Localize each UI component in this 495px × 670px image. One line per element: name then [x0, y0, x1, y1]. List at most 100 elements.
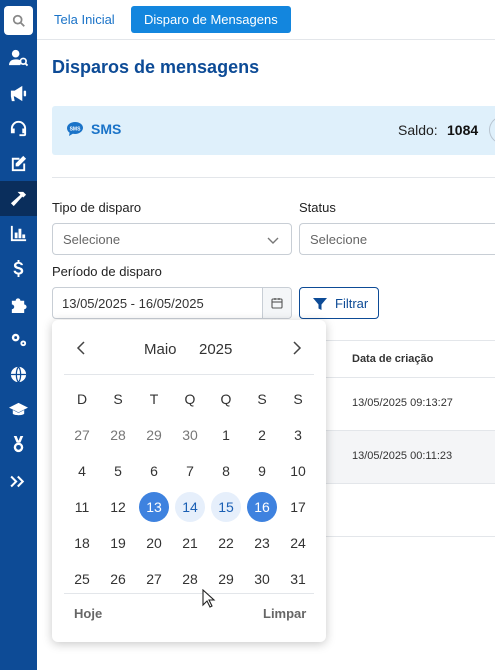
status-value: Selecione: [310, 232, 368, 247]
calendar-day[interactable]: 31: [283, 564, 313, 594]
calendar-day[interactable]: 12: [103, 492, 133, 522]
calendar-month[interactable]: Maio: [144, 341, 177, 358]
calendar-day[interactable]: 1: [211, 420, 241, 450]
sidebar-item-finance[interactable]: [0, 251, 37, 286]
status-label: Status: [299, 200, 336, 215]
sidebar-item-support[interactable]: [0, 111, 37, 146]
filter-button-label: Filtrar: [335, 296, 369, 311]
sms-label: SMS: [91, 121, 122, 137]
mouse-cursor-icon: [202, 589, 216, 608]
calendar-day[interactable]: 6: [139, 456, 169, 486]
filter-button[interactable]: Filtrar: [299, 287, 379, 319]
calendar-day[interactable]: 16: [247, 492, 277, 522]
calendar-day[interactable]: 14: [175, 492, 205, 522]
tab-home[interactable]: Tela Inicial: [41, 6, 128, 33]
dispatch-type-value: Selecione: [63, 232, 121, 247]
medal-icon: [13, 435, 24, 453]
calendar-day[interactable]: 28: [103, 420, 133, 450]
calendar-year[interactable]: 2025: [199, 341, 232, 358]
calendar-day[interactable]: 5: [103, 456, 133, 486]
calendar-toggle-button[interactable]: [262, 288, 291, 318]
sidebar-item-tools[interactable]: [0, 181, 37, 216]
weekday-header: Q: [220, 391, 232, 407]
sidebar-item-web[interactable]: [0, 357, 37, 392]
dispatch-type-select[interactable]: Selecione: [52, 223, 292, 255]
sidebar-search-button[interactable]: [4, 6, 33, 35]
calendar-day[interactable]: 19: [103, 528, 133, 558]
calendar-footer-divider: [64, 593, 314, 594]
weekday-header: S: [257, 391, 267, 407]
calendar-day[interactable]: 9: [247, 456, 277, 486]
calendar-day[interactable]: 30: [175, 420, 205, 450]
sidebar-expand-button[interactable]: [0, 464, 37, 499]
calendar-day[interactable]: 27: [139, 564, 169, 594]
tab-message-dispatch[interactable]: Disparo de Mensagens: [131, 6, 291, 33]
sidebar-item-reports[interactable]: [0, 216, 37, 251]
weekday-header: S: [113, 391, 123, 407]
calendar-day[interactable]: 27: [67, 420, 97, 450]
calendar-day[interactable]: 28: [175, 564, 205, 594]
today-button[interactable]: Hoje: [74, 606, 102, 621]
globe-icon: [10, 366, 27, 383]
calendar-day[interactable]: 15: [211, 492, 241, 522]
sidebar-item-integrations[interactable]: [0, 287, 37, 322]
weekday-header: T: [149, 391, 159, 407]
dispatch-type-label: Tipo de disparo: [52, 200, 142, 215]
edit-icon: [11, 155, 27, 172]
cogs-icon: [11, 333, 27, 347]
calendar-day[interactable]: 2: [247, 420, 277, 450]
sms-balance-card: SMS SMS Saldo: 1084: [52, 106, 495, 155]
table-cell-created-at: 13/05/2025 00:11:23: [352, 450, 453, 462]
calendar-day[interactable]: 17: [283, 492, 313, 522]
weekday-header: Q: [184, 391, 196, 407]
sidebar-item-users[interactable]: [0, 40, 37, 75]
expand-icon: [10, 475, 25, 488]
calendar-day[interactable]: 26: [103, 564, 133, 594]
calendar-day[interactable]: 30: [247, 564, 277, 594]
section-divider: [52, 177, 495, 178]
table-row[interactable]: 13/05/2025 09:13:27: [326, 378, 495, 431]
table-row[interactable]: 13/05/2025 00:11:23: [326, 431, 495, 484]
weekday-header: S: [293, 391, 303, 407]
sidebar-item-campaigns[interactable]: [0, 76, 37, 111]
sidebar-item-settings[interactable]: [0, 322, 37, 357]
sidebar-item-edit[interactable]: [0, 146, 37, 181]
calendar-day[interactable]: 20: [139, 528, 169, 558]
period-value: 13/05/2025 - 16/05/2025: [62, 296, 204, 311]
calendar-icon: [271, 298, 283, 309]
chevron-down-icon: [267, 237, 279, 244]
calendar-day[interactable]: 10: [283, 456, 313, 486]
chevron-left-icon[interactable]: [74, 340, 90, 356]
balance-value: 1084: [447, 122, 479, 138]
sidebar: [0, 0, 37, 670]
graduation-icon: [9, 402, 28, 416]
sidebar-item-training[interactable]: [0, 392, 37, 427]
date-range-picker: Maio 2025 D S T Q Q S S 27 28 29 30 1 2 3 4 5 6 7 8 9 10 11 12…: [52, 320, 326, 642]
balance-action-button[interactable]: [489, 116, 495, 144]
calendar-day[interactable]: 3: [283, 420, 313, 450]
calendar-day[interactable]: 13: [139, 492, 169, 522]
status-select[interactable]: Selecione: [299, 223, 495, 255]
calendar-day[interactable]: 21: [175, 528, 205, 558]
clear-button[interactable]: Limpar: [263, 606, 306, 621]
calendar-day[interactable]: 23: [247, 528, 277, 558]
calendar-day[interactable]: 8: [211, 456, 241, 486]
calendar-day[interactable]: 22: [211, 528, 241, 558]
user-search-icon: [9, 49, 28, 67]
period-date-input[interactable]: 13/05/2025 - 16/05/2025: [52, 287, 292, 319]
chart-icon: [10, 225, 27, 242]
calendar-day[interactable]: 11: [67, 492, 97, 522]
table-header: Data de criação: [326, 340, 495, 378]
balance-label: Saldo:: [398, 122, 438, 138]
calendar-day[interactable]: 7: [175, 456, 205, 486]
calendar-day[interactable]: 29: [139, 420, 169, 450]
calendar-day[interactable]: 18: [67, 528, 97, 558]
chevron-right-icon[interactable]: [288, 340, 304, 356]
calendar-day[interactable]: 4: [67, 456, 97, 486]
column-header-created-at: Data de criação: [352, 353, 434, 365]
calendar-day[interactable]: 24: [283, 528, 313, 558]
dispatch-table: Data de criação 13/05/2025 09:13:27 13/0…: [326, 340, 495, 540]
calendar-day[interactable]: 25: [67, 564, 97, 594]
sidebar-item-awards[interactable]: [0, 427, 37, 462]
filter-icon: [313, 298, 327, 310]
